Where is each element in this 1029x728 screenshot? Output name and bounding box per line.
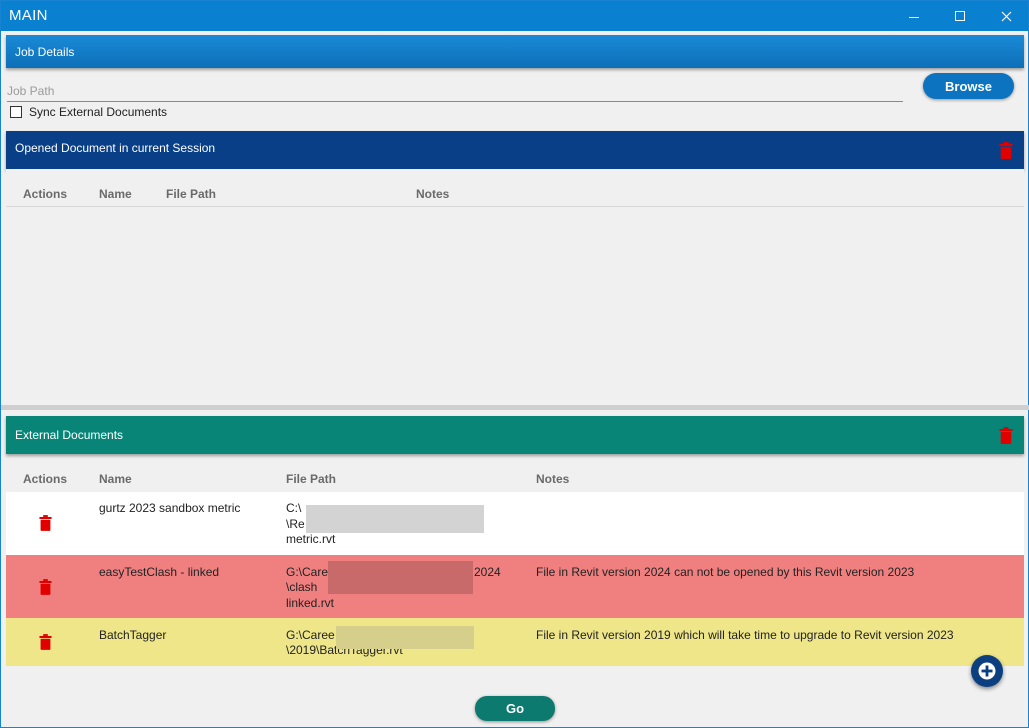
maximize-icon	[955, 11, 965, 21]
file-path-line: G:\Caree	[286, 628, 335, 642]
file-path-line: C:\	[286, 501, 302, 515]
table-row[interactable]: easyTestClash - linked G:\Care 2024 \cla…	[6, 555, 1024, 618]
document-name: gurtz 2023 sandbox metric	[99, 501, 241, 515]
redacted-region	[336, 626, 474, 649]
external-documents-table-header: Actions Name File Path Notes	[6, 466, 1024, 492]
job-details-title: Job Details	[15, 45, 75, 59]
panel-splitter[interactable]	[1, 405, 1029, 410]
column-header-name: Name	[99, 187, 132, 201]
opened-documents-header: Opened Document in current Session	[6, 131, 1024, 169]
redacted-region	[306, 505, 484, 533]
clear-opened-documents-trash-icon[interactable]	[999, 142, 1013, 159]
maximize-button[interactable]	[937, 1, 983, 31]
job-details-header: Job Details	[6, 35, 1024, 68]
column-header-actions: Actions	[23, 187, 68, 201]
window-title: MAIN	[9, 7, 48, 24]
delete-row-trash-icon[interactable]	[39, 634, 52, 650]
close-icon	[1001, 11, 1011, 21]
opened-documents-title: Opened Document in current Session	[15, 141, 216, 155]
file-path-line: \clash	[286, 580, 318, 594]
table-row[interactable]: gurtz 2023 sandbox metric C:\ \Re metric…	[6, 492, 1024, 555]
document-notes: File in Revit version 2019 which will ta…	[536, 628, 954, 642]
column-header-name: Name	[99, 472, 132, 486]
file-path-suffix: 2024	[474, 565, 501, 579]
column-header-notes: Notes	[536, 472, 570, 486]
title-bar: MAIN	[1, 1, 1028, 31]
file-path-line: G:\Care	[286, 565, 329, 579]
sync-external-documents[interactable]: Sync External Documents	[10, 105, 167, 119]
sync-checkbox[interactable]	[10, 106, 22, 118]
close-button[interactable]	[983, 1, 1029, 31]
clear-external-documents-trash-icon[interactable]	[999, 427, 1013, 444]
minimize-icon	[909, 16, 919, 18]
external-documents-title: External Documents	[15, 428, 124, 442]
document-name: BatchTagger	[99, 628, 167, 642]
minimize-button[interactable]	[891, 1, 937, 31]
column-header-file-path: File Path	[286, 472, 337, 486]
main-window: MAIN Job Details Browse Sync External Do…	[0, 0, 1029, 728]
delete-row-trash-icon[interactable]	[39, 515, 52, 531]
file-path-line: \Re	[286, 517, 305, 531]
column-header-file-path: File Path	[166, 187, 217, 201]
plus-icon	[978, 662, 996, 680]
column-header-actions: Actions	[23, 472, 68, 486]
file-path-line: linked.rvt	[286, 596, 335, 610]
opened-documents-table-header: Actions Name File Path Notes	[6, 181, 1024, 207]
sync-label: Sync External Documents	[29, 105, 168, 119]
job-path-input[interactable]	[7, 81, 903, 102]
table-row[interactable]: BatchTagger G:\Caree \2019\BatchTagger.r…	[6, 618, 1024, 666]
column-header-notes: Notes	[416, 187, 450, 201]
browse-button[interactable]: Browse	[923, 73, 1014, 99]
add-document-button[interactable]	[971, 655, 1003, 687]
go-button[interactable]: Go	[475, 696, 555, 721]
document-name: easyTestClash - linked	[99, 565, 220, 579]
delete-row-trash-icon[interactable]	[39, 579, 52, 595]
document-notes: File in Revit version 2024 can not be op…	[536, 565, 915, 579]
external-documents-header: External Documents	[6, 416, 1024, 454]
file-path-line: metric.rvt	[286, 532, 336, 546]
redacted-region	[328, 561, 473, 594]
